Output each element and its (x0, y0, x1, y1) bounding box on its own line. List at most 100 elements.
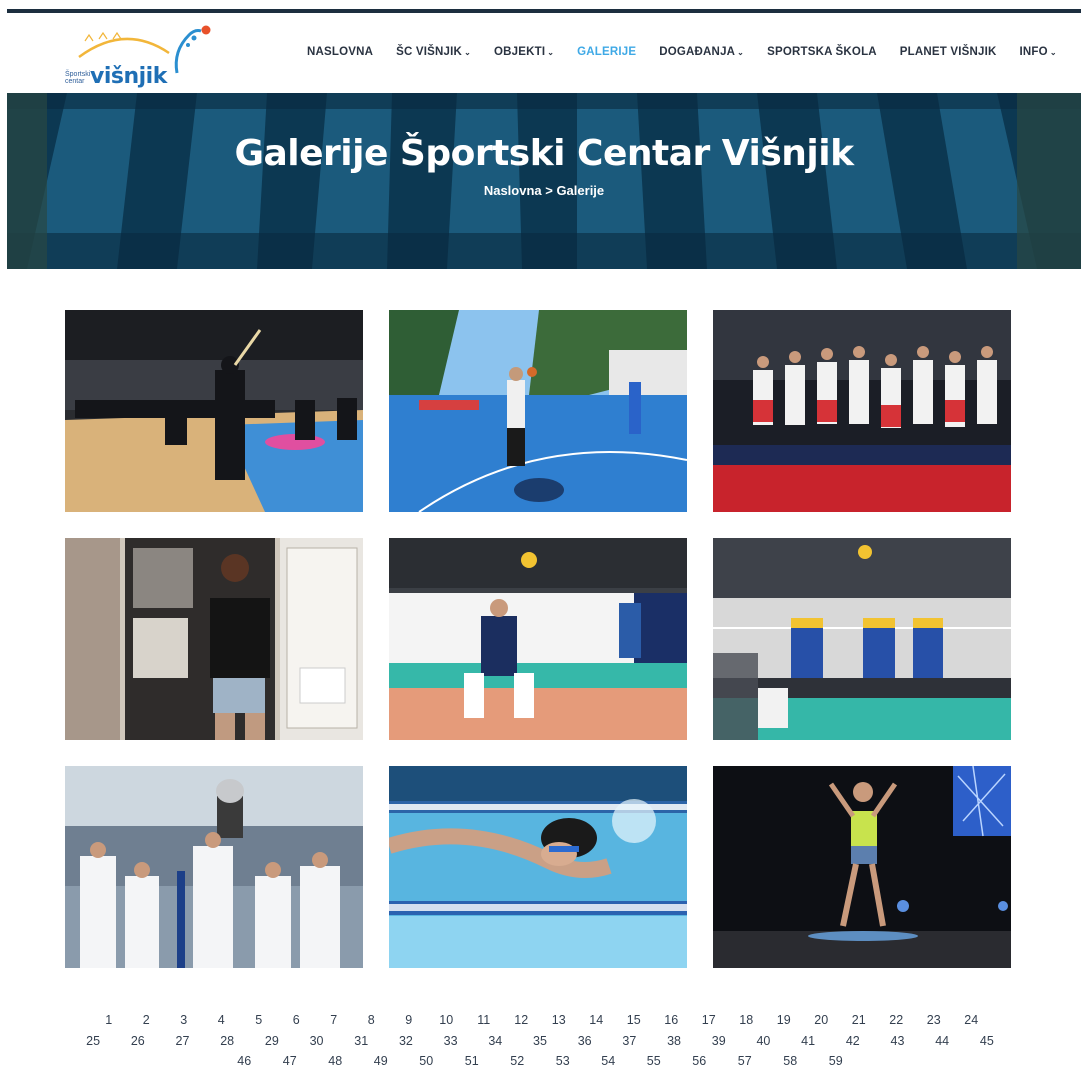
page-link[interactable]: 30 (294, 1031, 339, 1052)
page-link[interactable]: 14 (578, 1010, 616, 1031)
gallery-thumb-basketball[interactable] (389, 310, 687, 512)
gallery-thumb-swimmer[interactable] (389, 766, 687, 968)
nav-label: NASLOVNA (307, 46, 374, 58)
nav-label: OBJEKTI (493, 46, 546, 58)
gallery-thumb-volleyball-celebration[interactable] (713, 310, 1011, 512)
page-link[interactable]: 24 (953, 1010, 991, 1031)
page-link[interactable]: 15 (615, 1010, 653, 1031)
page-link[interactable]: 9 (390, 1010, 428, 1031)
page-link[interactable]: 43 (875, 1031, 920, 1052)
gallery-thumb-trophy[interactable] (65, 766, 363, 968)
nav-label: PLANET VIŠNJIK (899, 46, 997, 58)
pagination-row: 46 47 48 49 50 51 52 53 54 55 56 57 58 59 (60, 1051, 1020, 1068)
page-link[interactable]: 21 (840, 1010, 878, 1031)
nav-item-dogadanja[interactable]: DOGAĐANJA ⌄ (659, 46, 744, 58)
gallery-thumb-dancer[interactable] (713, 766, 1011, 968)
page-link[interactable]: 28 (205, 1031, 250, 1052)
page-link[interactable]: 54 (586, 1051, 632, 1068)
page-link[interactable]: 48 (313, 1051, 359, 1068)
page-link[interactable]: 25 (71, 1031, 116, 1052)
page-link[interactable]: 34 (473, 1031, 518, 1052)
page-link[interactable]: 53 (540, 1051, 586, 1068)
site-logo[interactable]: Športski centar višnjik (65, 25, 215, 99)
page-link[interactable]: 51 (449, 1051, 495, 1068)
page-link[interactable]: 32 (384, 1031, 429, 1052)
page-link[interactable]: 50 (404, 1051, 450, 1068)
page-link[interactable]: 45 (965, 1031, 1010, 1052)
page-link[interactable]: 37 (607, 1031, 652, 1052)
page-link[interactable]: 22 (878, 1010, 916, 1031)
chevron-down-icon: ⌄ (1049, 47, 1057, 57)
nav-label: ŠC VIŠNJIK (396, 46, 463, 58)
page-link[interactable]: 58 (768, 1051, 814, 1068)
page-link[interactable]: 8 (353, 1010, 391, 1031)
page-link[interactable]: 13 (540, 1010, 578, 1031)
nav-item-objekti[interactable]: OBJEKTI ⌄ (494, 46, 554, 58)
nav-item-info[interactable]: INFO ⌄ (1020, 46, 1057, 58)
page-link[interactable]: 17 (690, 1010, 728, 1031)
hero-overlay (7, 93, 1081, 269)
page-link[interactable]: 20 (803, 1010, 841, 1031)
page-link[interactable]: 39 (696, 1031, 741, 1052)
volleyball-celebration-photo (713, 310, 1011, 512)
gallery-thumb-kendo[interactable] (65, 310, 363, 512)
page-link[interactable]: 57 (722, 1051, 768, 1068)
page-hero-banner: Galerije Športski Centar Višnjik Naslovn… (7, 93, 1081, 269)
page-link[interactable]: 56 (677, 1051, 723, 1068)
page-link[interactable]: 2 (128, 1010, 166, 1031)
page-link[interactable]: 27 (160, 1031, 205, 1052)
page-link[interactable]: 49 (358, 1051, 404, 1068)
page-link[interactable]: 7 (315, 1010, 353, 1031)
trophy-photo (65, 766, 363, 968)
nav-label: DOGAĐANJA (659, 46, 736, 58)
volleyball-block-photo (713, 538, 1011, 740)
pagination-row: 25 26 27 28 29 30 31 32 33 34 35 36 37 38 39 40 41 42 43 44… (60, 1031, 1020, 1052)
page-link[interactable]: 19 (765, 1010, 803, 1031)
gallery-thumb-volleyball-block[interactable] (713, 538, 1011, 740)
page-link[interactable]: 18 (728, 1010, 766, 1031)
page-link[interactable]: 5 (240, 1010, 278, 1031)
dancer-photo (713, 766, 1011, 968)
page-link[interactable]: 29 (250, 1031, 295, 1052)
page-link[interactable]: 11 (465, 1010, 503, 1031)
page-link[interactable]: 40 (741, 1031, 786, 1052)
page-title: Galerije Športski Centar Višnjik (234, 133, 854, 174)
nav-item-naslovna[interactable]: NASLOVNA (307, 46, 373, 58)
page-link[interactable]: 42 (830, 1031, 875, 1052)
page-link[interactable]: 1 (90, 1010, 128, 1031)
page-link[interactable]: 47 (267, 1051, 313, 1068)
page-link[interactable]: 23 (915, 1010, 953, 1031)
nav-item-sc-visnjik[interactable]: ŠC VIŠNJIK ⌄ (396, 46, 471, 58)
page-link[interactable]: 35 (518, 1031, 563, 1052)
page-link[interactable]: 59 (813, 1051, 859, 1068)
page-link[interactable]: 16 (653, 1010, 691, 1031)
museum-photo (65, 538, 363, 740)
nav-item-planet-visnjik[interactable]: PLANET VIŠNJIK (900, 46, 997, 58)
main-navigation: NASLOVNA ŠC VIŠNJIK ⌄ OBJEKTI ⌄ GALERIJE D… (307, 46, 1080, 58)
page-link[interactable]: 44 (920, 1031, 965, 1052)
nav-item-sportska-skola[interactable]: SPORTSKA ŠKOLA (767, 46, 877, 58)
page-link[interactable]: 10 (428, 1010, 466, 1031)
gallery-thumb-museum[interactable] (65, 538, 363, 740)
page-link[interactable]: 38 (652, 1031, 697, 1052)
page-link[interactable]: 33 (428, 1031, 473, 1052)
page-link[interactable]: 41 (786, 1031, 831, 1052)
nav-label: INFO (1019, 46, 1048, 58)
page-link[interactable]: 55 (631, 1051, 677, 1068)
page-link[interactable]: 4 (203, 1010, 241, 1031)
site-header: Športski centar višnjik NASLOVNA ŠC VIŠN… (7, 13, 1081, 93)
page-link[interactable]: 31 (339, 1031, 384, 1052)
gallery-thumb-volleyball-receive[interactable] (389, 538, 687, 740)
breadcrumb[interactable]: Naslovna > Galerije (7, 183, 1081, 198)
nav-item-galerije[interactable]: GALERIJE (577, 46, 636, 58)
page-link[interactable]: 52 (495, 1051, 541, 1068)
logo-wordmark: višnjik (90, 64, 167, 89)
page-link[interactable]: 26 (115, 1031, 160, 1052)
page-link[interactable]: 12 (503, 1010, 541, 1031)
page-link[interactable]: 46 (222, 1051, 268, 1068)
logo-subtitle: Športski centar (65, 71, 91, 85)
page-link[interactable]: 36 (562, 1031, 607, 1052)
page-link[interactable]: 6 (278, 1010, 316, 1031)
chevron-down-icon: ⌄ (547, 47, 555, 57)
page-link[interactable]: 3 (165, 1010, 203, 1031)
